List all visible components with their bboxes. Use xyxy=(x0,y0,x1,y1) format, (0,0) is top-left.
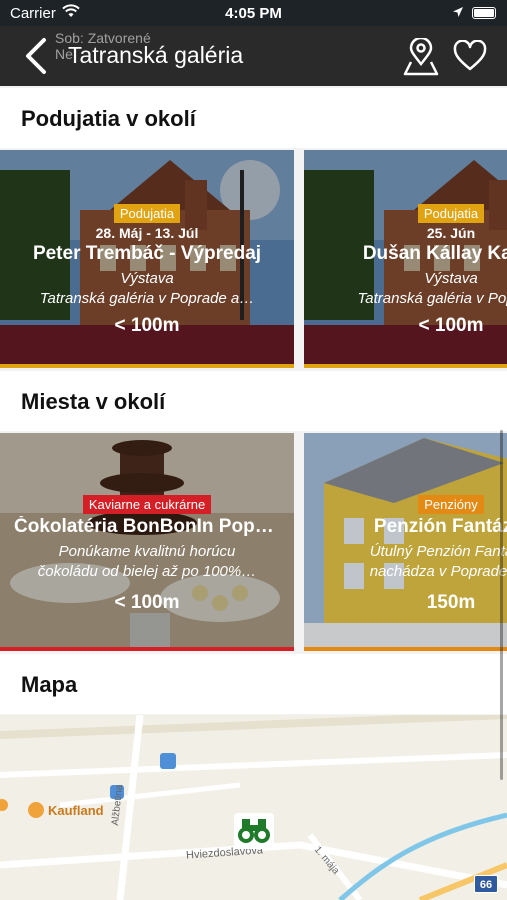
event-type: Výstava xyxy=(424,270,478,287)
map-section-header: Mapa xyxy=(0,654,507,714)
event-venue: Tatranská galéria v Poprade xyxy=(357,290,507,307)
road-number-badge: 66 xyxy=(474,875,498,893)
places-section-title: Miesta v okolí xyxy=(21,389,166,414)
place-description: Ponúkame kvalitnú horúcu xyxy=(58,543,236,560)
favorite-heart-button[interactable] xyxy=(453,40,487,72)
events-section-header: Podujatia v okolí xyxy=(0,88,507,148)
event-title: Peter Trembáč - Výpredaj xyxy=(32,243,262,264)
binoculars-marker[interactable] xyxy=(234,813,274,849)
location-arrow-icon xyxy=(453,7,463,17)
place-description: Útulný Penzión Fantázia xyxy=(369,543,507,560)
battery-icon xyxy=(472,7,496,19)
event-card[interactable]: Podujatia 28. Máj - 13. Júl Peter Trembá… xyxy=(0,150,294,368)
place-description: čokoládu od bielej až po 100%… xyxy=(37,563,257,580)
place-title: Čokolatéria BonBonIn Poprad xyxy=(14,516,285,537)
place-distance: 150m xyxy=(426,592,476,613)
map-section-title: Mapa xyxy=(21,672,78,697)
place-title: Penzión Fantázia xyxy=(373,516,507,537)
binoculars-icon xyxy=(238,819,270,843)
event-venue: Tatranská galéria v Poprade a… xyxy=(39,290,255,307)
event-distance: < 100m xyxy=(418,315,484,336)
back-button[interactable] xyxy=(18,36,58,76)
event-date: 25. Jún xyxy=(426,225,476,241)
status-bar: Carrier 4:05 PM xyxy=(0,0,507,26)
map-view[interactable]: Kaufland Alžbetina Hviezdoslavova 1. máj… xyxy=(0,715,507,900)
event-card[interactable]: Podujatia 25. Jún Dušan Kállay Kamil Výs… xyxy=(304,150,507,368)
events-section-title: Podujatia v okolí xyxy=(21,106,196,131)
places-section-header: Miesta v okolí xyxy=(0,371,507,431)
map-label-kaufland: Kaufland xyxy=(48,803,104,818)
event-type: Výstava xyxy=(120,270,174,287)
place-card[interactable]: Penzióny Penzión Fantázia Útulný Penzión… xyxy=(304,433,507,651)
category-badge: Kaviarne a cukrárne xyxy=(82,495,212,514)
category-badge: Podujatia xyxy=(113,204,181,223)
navigation-bar: Sob: Zatvorené Ne Tatranská galéria xyxy=(0,26,507,86)
place-card[interactable]: Kaviarne a cukrárne Čokolatéria BonBonIn… xyxy=(0,433,294,651)
event-title: Dušan Kállay Kamil xyxy=(362,243,507,264)
clock: 4:05 PM xyxy=(225,5,282,22)
map-pin-button[interactable] xyxy=(403,38,439,76)
category-badge: Podujatia xyxy=(417,204,485,223)
place-distance: < 100m xyxy=(114,592,180,613)
category-badge: Penzióny xyxy=(418,495,484,514)
page-title: Tatranská galéria xyxy=(68,42,244,68)
scroll-indicator[interactable] xyxy=(500,430,503,780)
event-date: 28. Máj - 13. Júl xyxy=(95,225,199,241)
event-distance: < 100m xyxy=(114,315,180,336)
place-description: nachádza v Poprade, ne xyxy=(369,563,507,580)
